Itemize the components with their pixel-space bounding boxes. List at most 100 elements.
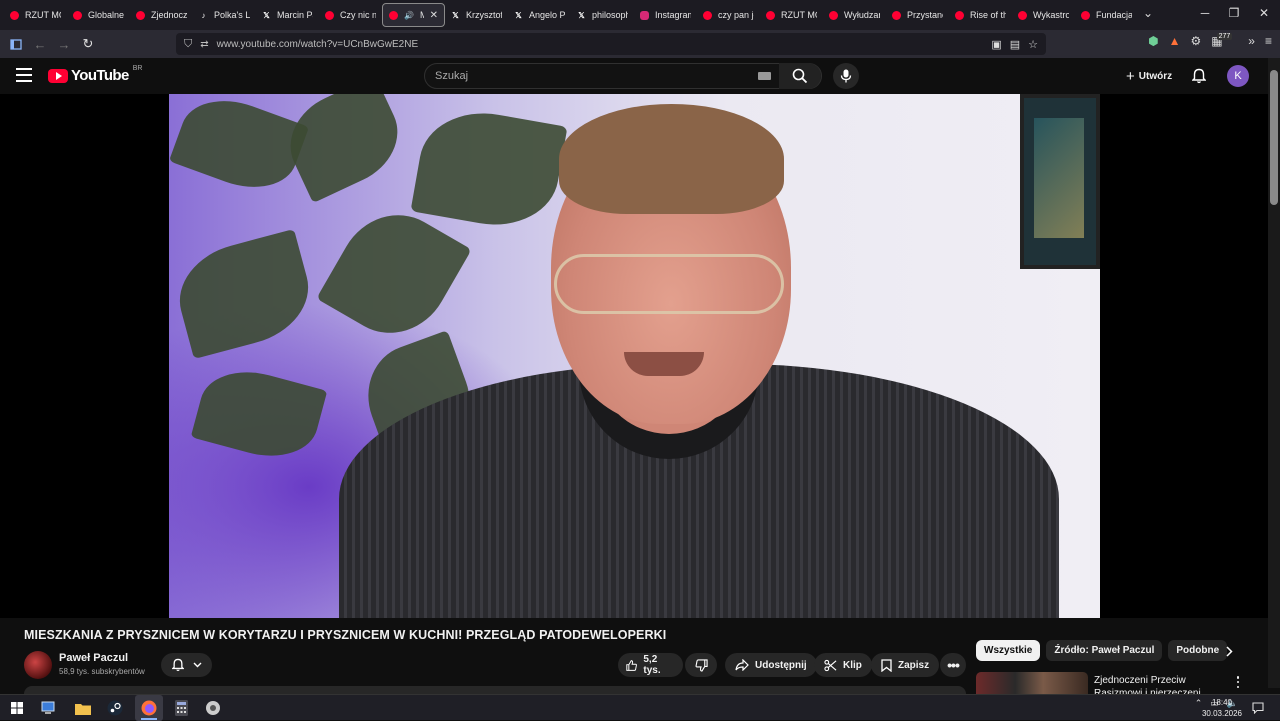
browser-tab[interactable]: Wyłudzar (823, 4, 886, 26)
extension-badge-icon[interactable]: ▦ 277 (1211, 32, 1238, 48)
filter-chip[interactable]: Wszystkie (976, 640, 1041, 661)
address-bar[interactable]: ⛉ ⇄ www.youtube.com/watch?v=UCnBwGwE2NE … (176, 33, 1046, 55)
youtube-logo[interactable]: YouTube BR (48, 65, 142, 84)
site-permissions-icon[interactable]: ⇄ (200, 39, 208, 50)
close-window-button[interactable]: ✕ (1249, 6, 1279, 20)
browser-tab[interactable]: Czy nic n (319, 4, 382, 26)
clip-label: Klip (843, 659, 862, 671)
extension-fox-icon[interactable]: ▲ (1169, 34, 1181, 48)
browser-tab-title: Zjednocz (151, 10, 187, 20)
tab-audio-icon[interactable]: 🔊 (404, 11, 414, 20)
subscription-notifications-button[interactable] (161, 653, 212, 677)
dislike-button[interactable] (685, 653, 717, 677)
browser-tab-title: Przystane (907, 10, 943, 20)
x-icon: 𝕏 (578, 10, 585, 20)
notifications-button[interactable] (1189, 66, 1209, 86)
browser-tab-title: Fundacja (1096, 10, 1132, 20)
overflow-menu-icon[interactable]: » (1248, 34, 1255, 48)
bookmark-star-icon[interactable]: ☆ (1028, 38, 1038, 51)
browser-tab[interactable]: 𝕏philosoph (571, 4, 634, 26)
search-icon (792, 68, 808, 84)
person-glasses (554, 254, 784, 314)
browser-tab[interactable]: 🔊 MIE ✕ (382, 3, 445, 27)
save-button[interactable]: Zapisz (871, 653, 940, 677)
browser-tab[interactable]: Fundacja (1075, 4, 1138, 26)
video-frame[interactable] (169, 94, 1100, 618)
recommendation-menu-icon[interactable] (1233, 674, 1243, 690)
thumbs-down-icon (695, 658, 708, 672)
channel-name[interactable]: Paweł Paczul (59, 652, 128, 664)
browser-tab[interactable]: czy pan je (697, 4, 760, 26)
browser-tab-strip: RZUT MO Globalne Zjednocz ♪ Polka's Li 𝕏 Marci… (0, 0, 1280, 30)
browser-tab-title: Instagram (655, 10, 691, 20)
video-title: MIESZKANIA Z PRYSZNICEM W KORYTARZU I PR… (24, 628, 667, 642)
share-label: Udostępnij (755, 659, 807, 671)
share-button[interactable]: Udostępnij (725, 653, 817, 677)
more-actions-button[interactable]: ••• (940, 653, 966, 677)
picture-in-picture-icon[interactable]: ▣ (991, 38, 1001, 51)
minimize-window-button[interactable]: ─ (1190, 6, 1220, 20)
search-input[interactable]: Szukaj (424, 63, 822, 89)
forward-button[interactable]: → (52, 32, 76, 56)
firefox-icon[interactable] (140, 699, 158, 717)
steam-icon[interactable] (106, 699, 124, 717)
youtube-icon (1018, 10, 1027, 20)
browser-tab[interactable]: RZUT MO (760, 4, 823, 26)
browser-tab[interactable]: Globalne (67, 4, 130, 26)
windows-start-icon[interactable] (8, 699, 26, 717)
browser-tab[interactable]: RZUT MO (4, 4, 67, 26)
taskbar-clock[interactable]: 18:40 30.03.2026 (1200, 697, 1244, 719)
chip-scroll-next-button[interactable] (1219, 641, 1239, 661)
back-button[interactable]: ← (28, 32, 52, 56)
search-button[interactable] (779, 63, 821, 89)
keyboard-icon[interactable] (758, 72, 771, 80)
browser-tab[interactable]: Przystane (886, 4, 949, 26)
close-tab-icon[interactable]: ✕ (430, 10, 438, 21)
video-player[interactable] (0, 94, 1268, 618)
shield-icon[interactable]: ⛉ (184, 38, 192, 51)
notification-center-icon[interactable] (1252, 701, 1264, 715)
youtube-icon (955, 10, 964, 20)
create-button[interactable]: + Utwórz (1118, 65, 1184, 87)
channel-avatar[interactable] (24, 651, 52, 679)
app-menu-icon[interactable]: ≡ (1265, 34, 1272, 48)
account-avatar[interactable]: K (1227, 65, 1249, 87)
browser-tab[interactable]: 𝕏 Angelo Pl (508, 4, 571, 26)
task-view-icon[interactable] (40, 699, 58, 717)
extensions-icon[interactable]: ⚙ (1191, 34, 1202, 48)
browser-tab[interactable]: Wykastro (1012, 4, 1075, 26)
browser-tab-title: MIE (420, 10, 424, 20)
file-explorer-icon[interactable] (74, 699, 92, 717)
browser-tab[interactable]: 𝕏 Marcin Pa (256, 4, 319, 26)
save-label: Zapisz (898, 659, 930, 671)
youtube-icon (73, 10, 82, 20)
browser-tab[interactable]: Instagram (634, 4, 697, 26)
browser-tab[interactable]: ♪ Polka's Li (193, 4, 256, 26)
filter-chip[interactable]: Źródło: Paweł Paczul (1046, 640, 1163, 661)
scrollbar-thumb[interactable] (1270, 70, 1278, 205)
app-shortcut-icon[interactable] (204, 699, 222, 717)
youtube-icon (766, 10, 775, 20)
browser-tab-title: czy pan je (718, 10, 754, 20)
tab-list-dropdown-icon[interactable]: ⌄ (1133, 6, 1163, 20)
maximize-window-button[interactable]: ❐ (1219, 6, 1249, 20)
browser-tab[interactable]: Rise of th (949, 4, 1012, 26)
calculator-icon[interactable] (172, 699, 190, 717)
reload-button[interactable]: ↻ (76, 32, 100, 56)
extension-count-badge: 277 (1216, 32, 1233, 40)
reader-view-icon[interactable]: ▤ (1010, 38, 1020, 51)
like-button[interactable]: 5,2 tys. (618, 653, 683, 677)
browser-tab[interactable]: Zjednocz (130, 4, 193, 26)
guide-menu-icon[interactable] (16, 68, 32, 82)
sidebar-toggle-icon[interactable] (4, 32, 28, 56)
voice-search-button[interactable] (833, 63, 859, 89)
avatar-letter: K (1234, 70, 1242, 82)
page-scrollbar[interactable] (1268, 58, 1280, 688)
person-mouth (624, 352, 704, 376)
clip-button[interactable]: Klip (814, 653, 872, 677)
browser-tab[interactable]: 𝕏 Krzysztof (445, 4, 508, 26)
plant-leaf (169, 228, 320, 360)
person-hair (559, 104, 784, 214)
plant-leaf (275, 94, 413, 204)
vpn-shield-icon[interactable]: ⬢ (1148, 34, 1158, 48)
